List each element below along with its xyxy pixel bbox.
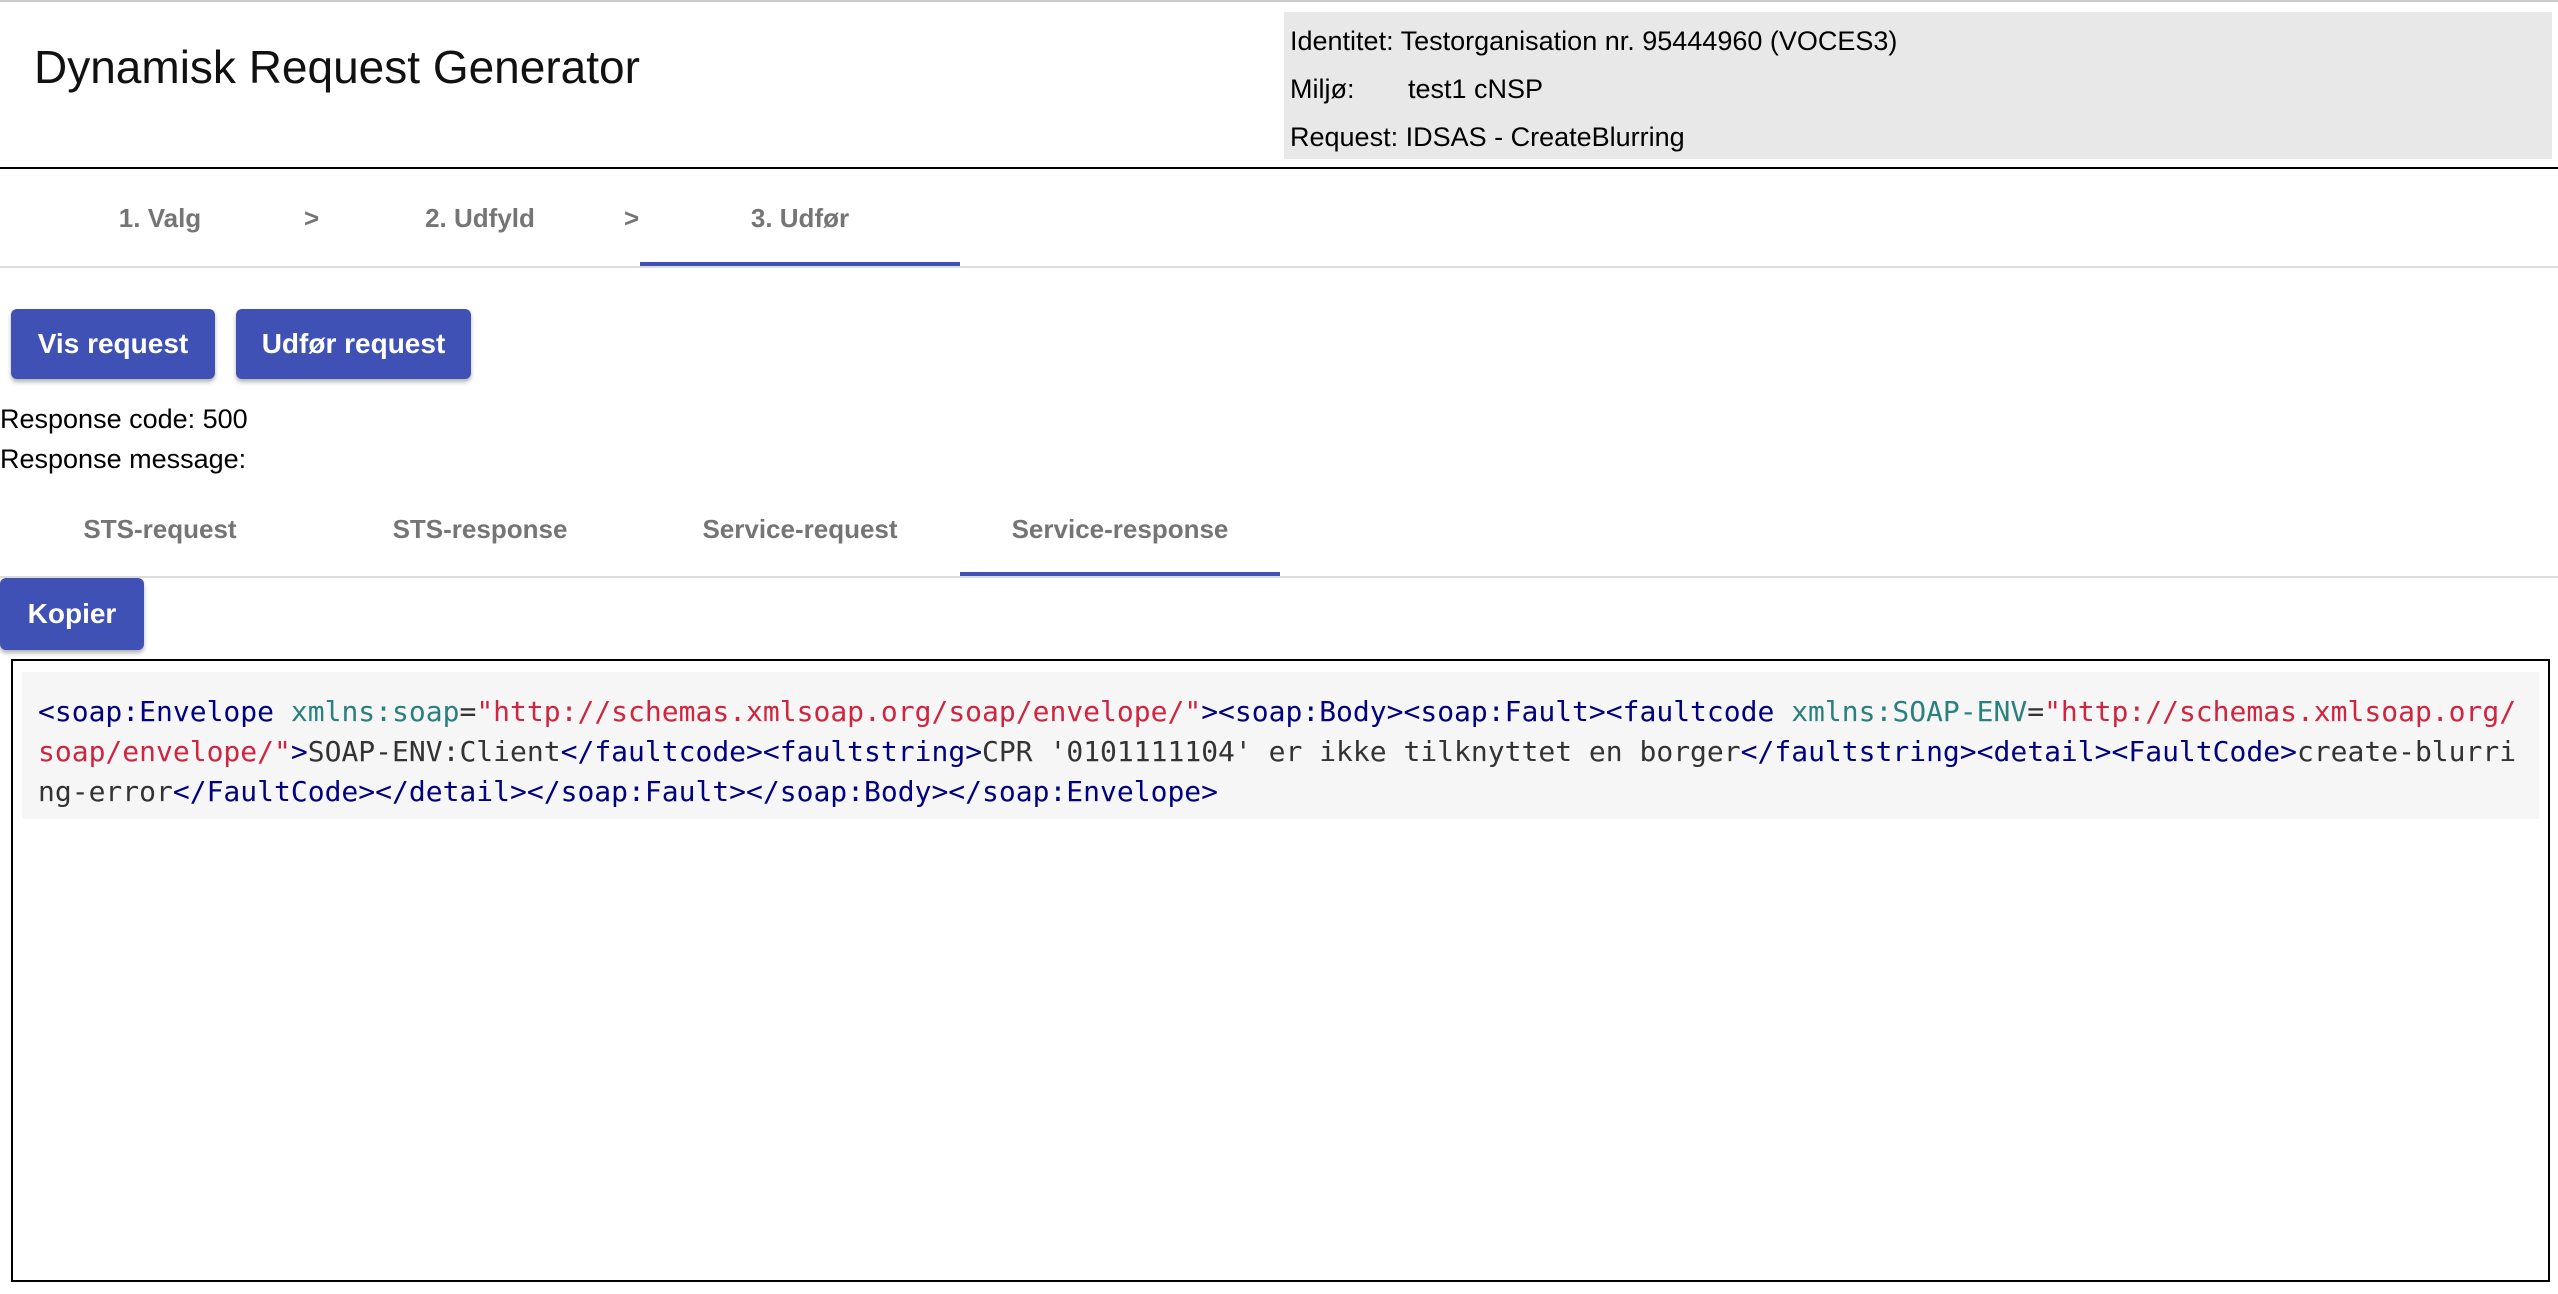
page-title: Dynamisk Request Generator — [34, 40, 640, 94]
environment-row: Miljø:test1 cNSP — [1290, 74, 1543, 105]
environment-value: test1 cNSP — [1408, 74, 1543, 104]
code-token-text: = — [459, 695, 476, 728]
step-udfoer[interactable]: 3. Udfør — [640, 170, 960, 266]
step-separator: > — [624, 170, 639, 266]
code-token-tag: </FaultCode></detail></soap:Fault></soap… — [173, 775, 1218, 808]
code-token-tag: </faultcode><faultstring> — [561, 735, 982, 768]
code-token-string: "http://schemas.xmlsoap.org/soap/envelop… — [476, 695, 1201, 728]
code-token-tag: </faultstring><detail><FaultCode> — [1741, 735, 2297, 768]
copy-button[interactable]: Kopier — [0, 578, 144, 650]
code-token-text: CPR '0101111104' er ikke tilknyttet en b… — [982, 735, 1741, 768]
identity-label: Identitet: — [1290, 26, 1394, 56]
xml-code-block: <soap:Envelope xmlns:soap="http://schema… — [22, 672, 2539, 819]
step-separator: > — [304, 170, 319, 266]
step-udfyld[interactable]: 2. Udfyld — [320, 170, 640, 266]
context-info-panel: Identitet: Testorganisation nr. 95444960… — [1284, 12, 2552, 159]
execute-request-button[interactable]: Udfør request — [236, 309, 471, 379]
response-message: Response message: — [0, 444, 246, 475]
app-header: Dynamisk Request Generator Identitet: Te… — [0, 2, 2558, 169]
code-token-text: = — [2027, 695, 2044, 728]
environment-label: Miljø: — [1290, 74, 1408, 105]
code-token-tag: ><soap:Body><soap:Fault><faultcode — [1201, 695, 1791, 728]
request-value: IDSAS - CreateBlurring — [1406, 122, 1685, 152]
response-tabs: STS-request STS-response Service-request… — [0, 483, 2558, 578]
tab-service-request[interactable]: Service-request — [640, 483, 960, 576]
code-token-tag: > — [291, 735, 308, 768]
response-code: Response code: 500 — [0, 404, 248, 435]
code-token-attr: xmlns:soap — [291, 695, 460, 728]
tab-service-response[interactable]: Service-response — [960, 483, 1280, 576]
response-code-viewer[interactable]: <soap:Envelope xmlns:soap="http://schema… — [11, 659, 2550, 1282]
step-valg[interactable]: 1. Valg — [0, 170, 320, 266]
request-label: Request: — [1290, 122, 1398, 152]
identity-value: Testorganisation nr. 95444960 (VOCES3) — [1401, 26, 1898, 56]
code-token-attr: xmlns:SOAP-ENV — [1791, 695, 2027, 728]
tab-sts-request[interactable]: STS-request — [0, 483, 320, 576]
wizard-steps: 1. Valg > 2. Udfyld > 3. Udfør — [0, 170, 2558, 268]
show-request-button[interactable]: Vis request — [11, 309, 215, 379]
code-token-tag: <soap:Envelope — [38, 695, 291, 728]
tab-sts-response[interactable]: STS-response — [320, 483, 640, 576]
request-row: Request: IDSAS - CreateBlurring — [1290, 122, 1685, 153]
code-token-text: SOAP-ENV:Client — [308, 735, 561, 768]
identity-row: Identitet: Testorganisation nr. 95444960… — [1290, 26, 1897, 57]
